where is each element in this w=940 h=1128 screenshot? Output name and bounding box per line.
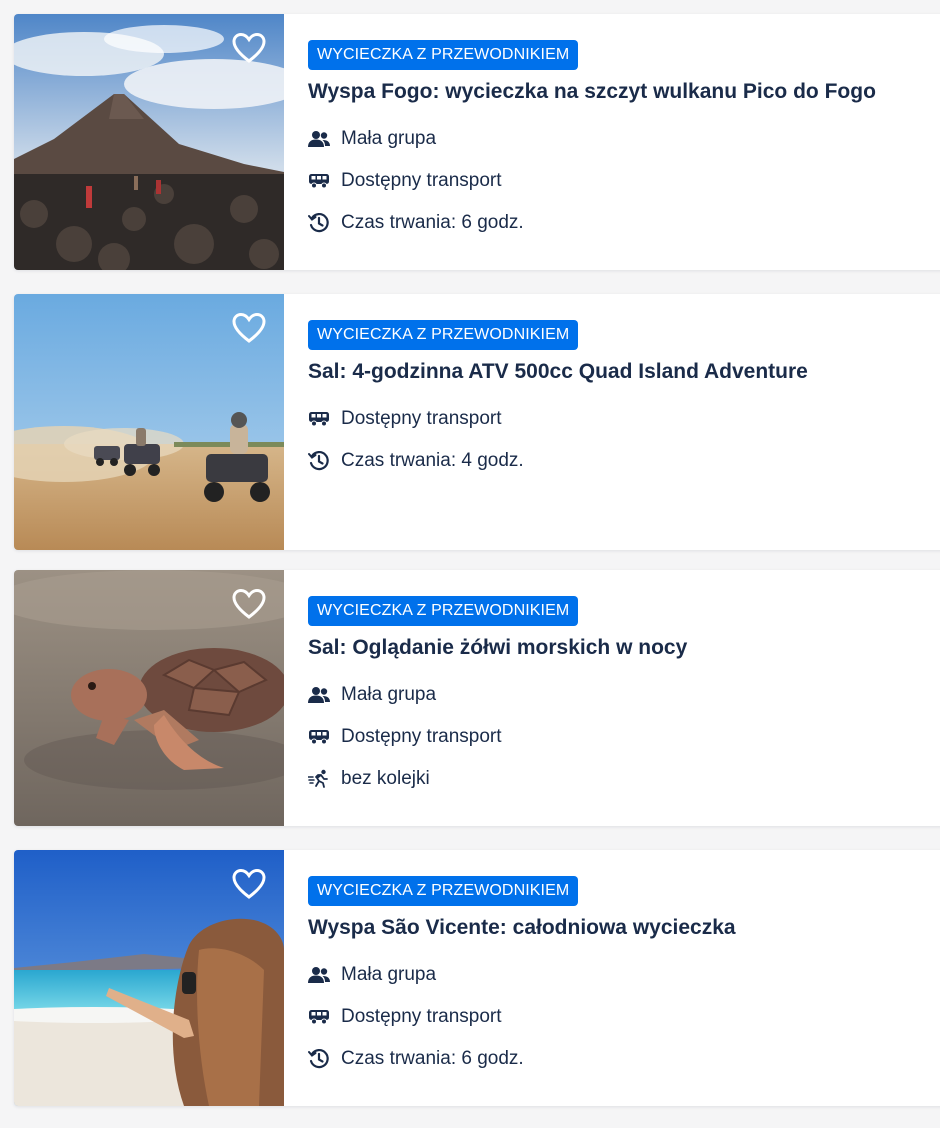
feature-list: Mała grupa Dostępny transport Czas trwan… (308, 118, 940, 244)
bus-icon (308, 409, 330, 429)
activity-card[interactable]: WYCIECZKA Z PRZEWODNIKIEM Wyspa Fogo: wy… (14, 14, 940, 270)
heart-icon[interactable] (232, 312, 266, 344)
heart-icon[interactable] (232, 588, 266, 620)
activity-list: WYCIECZKA Z PRZEWODNIKIEM Wyspa Fogo: wy… (0, 0, 940, 1128)
feature-label: Dostępny transport (341, 170, 502, 191)
feature-item: Czas trwania: 4 godz. (308, 440, 940, 482)
feature-label: Czas trwania: 6 godz. (341, 212, 524, 233)
feature-label: Dostępny transport (341, 1006, 502, 1027)
feature-item: bez kolejki (308, 758, 940, 800)
feature-item: Dostępny transport (308, 160, 940, 202)
activity-title[interactable]: Wyspa Fogo: wycieczka na szczyt wulkanu … (308, 78, 940, 106)
category-badge: WYCIECZKA Z PRZEWODNIKIEM (308, 876, 579, 906)
feature-item: Dostępny transport (308, 996, 940, 1038)
category-badge: WYCIECZKA Z PRZEWODNIKIEM (308, 596, 579, 626)
feature-label: Czas trwania: 6 godz. (341, 1048, 524, 1069)
heart-icon[interactable] (232, 32, 266, 64)
activity-card[interactable]: WYCIECZKA Z PRZEWODNIKIEM Sal: 4-godzinn… (14, 294, 940, 550)
feature-label: Mała grupa (341, 128, 437, 149)
activity-card[interactable]: WYCIECZKA Z PRZEWODNIKIEM Wyspa São Vice… (14, 850, 940, 1106)
card-body: WYCIECZKA Z PRZEWODNIKIEM Wyspa São Vice… (284, 850, 940, 1106)
feature-item: Mała grupa (308, 118, 940, 160)
feature-label: Mała grupa (341, 684, 437, 705)
bus-icon (308, 171, 330, 191)
heart-icon[interactable] (232, 868, 266, 900)
activity-title[interactable]: Wyspa São Vicente: całodniowa wycieczka (308, 914, 940, 942)
feature-list: Dostępny transport Czas trwania: 4 godz. (308, 398, 940, 482)
group-icon (308, 685, 330, 705)
feature-label: bez kolejki (341, 768, 430, 789)
feature-item: Czas trwania: 6 godz. (308, 1038, 940, 1080)
feature-item: Dostępny transport (308, 398, 940, 440)
group-icon (308, 965, 330, 985)
beach-pointing-photo[interactable] (14, 850, 284, 1106)
clock-icon (308, 451, 330, 471)
clock-icon (308, 213, 330, 233)
bus-icon (308, 727, 330, 747)
feature-label: Czas trwania: 4 godz. (341, 450, 524, 471)
card-body: WYCIECZKA Z PRZEWODNIKIEM Sal: Oglądanie… (284, 570, 940, 826)
sea-turtle-photo[interactable] (14, 570, 284, 826)
activity-title[interactable]: Sal: Oglądanie żółwi morskich w nocy (308, 634, 940, 662)
feature-list: Mała grupa Dostępny transport Czas trwan… (308, 954, 940, 1080)
atv-desert-photo[interactable] (14, 294, 284, 550)
volcano-hike-photo[interactable] (14, 14, 284, 270)
feature-item: Mała grupa (308, 674, 940, 716)
skip-line-icon (308, 769, 330, 789)
feature-label: Mała grupa (341, 964, 437, 985)
feature-label: Dostępny transport (341, 408, 502, 429)
feature-list: Mała grupa Dostępny transport bez kolejk… (308, 674, 940, 800)
group-icon (308, 129, 330, 149)
card-body: WYCIECZKA Z PRZEWODNIKIEM Sal: 4-godzinn… (284, 294, 940, 550)
clock-icon (308, 1049, 330, 1069)
activity-title[interactable]: Sal: 4-godzinna ATV 500cc Quad Island Ad… (308, 358, 940, 386)
category-badge: WYCIECZKA Z PRZEWODNIKIEM (308, 320, 579, 350)
feature-item: Dostępny transport (308, 716, 940, 758)
category-badge: WYCIECZKA Z PRZEWODNIKIEM (308, 40, 579, 70)
activity-card[interactable]: WYCIECZKA Z PRZEWODNIKIEM Sal: Oglądanie… (14, 570, 940, 826)
feature-item: Mała grupa (308, 954, 940, 996)
feature-label: Dostępny transport (341, 726, 502, 747)
card-body: WYCIECZKA Z PRZEWODNIKIEM Wyspa Fogo: wy… (284, 14, 940, 270)
bus-icon (308, 1007, 330, 1027)
feature-item: Czas trwania: 6 godz. (308, 202, 940, 244)
